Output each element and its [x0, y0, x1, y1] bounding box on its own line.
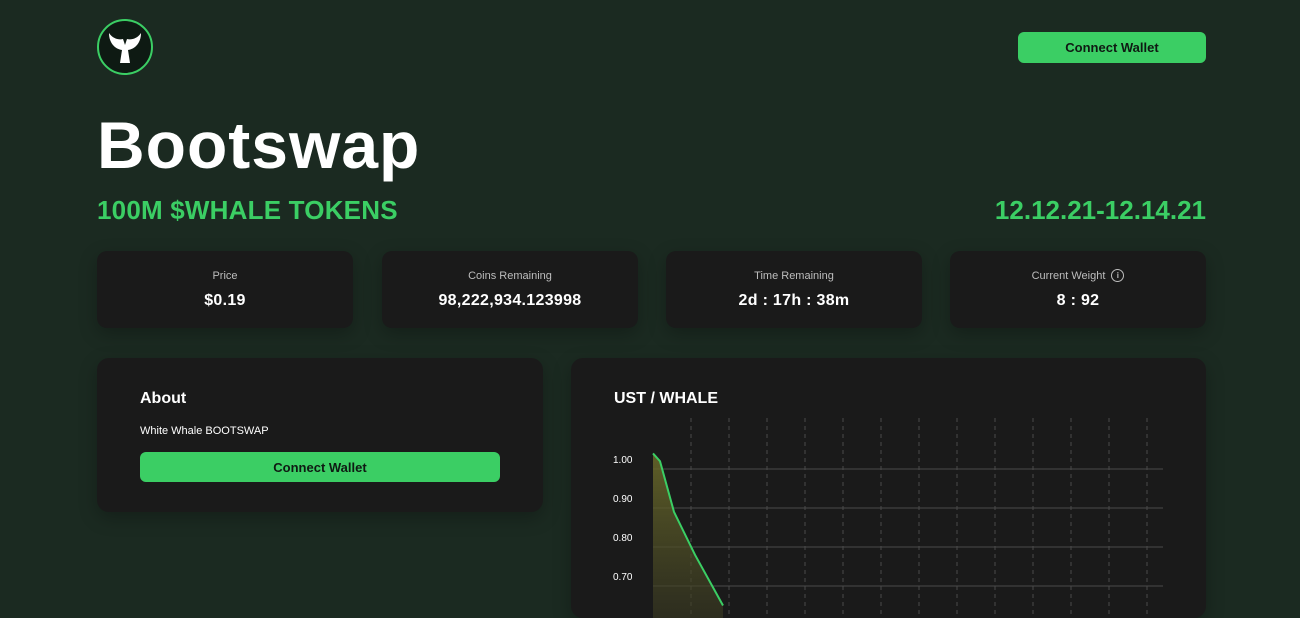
stat-value: 8 : 92 — [1056, 292, 1100, 309]
stat-value: 2d : 17h : 38m — [738, 291, 850, 309]
y-tick-label: 1.00 — [613, 455, 633, 466]
y-tick-label: 0.90 — [613, 494, 633, 505]
token-subtitle: 100M $WHALE TOKENS — [97, 195, 398, 225]
stat-value: 98,222,934.123998 — [438, 291, 582, 309]
stat-card-coins-remaining: Coins Remaining 98,222,934.123998 — [382, 251, 638, 328]
stat-label: Current Weight i — [1032, 269, 1125, 282]
stat-card-price: Price $0.19 — [97, 251, 353, 328]
y-tick-label: 0.80 — [613, 533, 633, 544]
stat-label: Time Remaining — [754, 269, 834, 282]
connect-wallet-button[interactable]: Connect Wallet — [1018, 32, 1206, 63]
about-card: About White Whale BOOTSWAP Connect Walle… — [97, 358, 543, 512]
sale-dates: 12.12.21-12.14.21 — [994, 195, 1206, 225]
logo[interactable] — [97, 19, 153, 75]
page-title: Bootswap — [97, 108, 421, 182]
stat-label: Coins Remaining — [468, 269, 552, 282]
stat-label: Price — [212, 269, 238, 282]
about-title: About — [140, 390, 187, 407]
stat-value: $0.19 — [204, 291, 246, 309]
whale-tail-icon — [109, 33, 141, 63]
about-text: White Whale BOOTSWAP — [140, 425, 269, 437]
y-tick-label: 0.70 — [613, 572, 633, 583]
chart-card: UST / WHALE 1.00 0.90 0.80 0.70 — [571, 358, 1206, 618]
chart-area — [653, 453, 723, 618]
stat-card-current-weight: Current Weight i 8 : 92 — [950, 251, 1206, 328]
info-icon[interactable]: i — [1111, 269, 1125, 282]
price-chart: 1.00 0.90 0.80 0.70 — [613, 418, 1163, 618]
stat-card-time-remaining: Time Remaining 2d : 17h : 38m — [666, 251, 922, 328]
about-connect-wallet-button[interactable]: Connect Wallet — [140, 452, 500, 482]
